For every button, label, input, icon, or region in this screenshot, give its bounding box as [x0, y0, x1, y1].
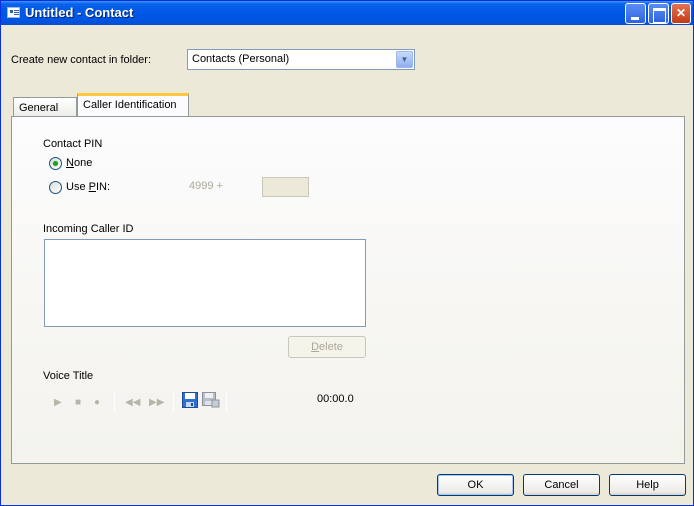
caller-identification-panel: Contact PIN None Use PIN: 4999 + Incomin… [11, 116, 685, 464]
title-bar[interactable]: Untitled - Contact ✕ [1, 1, 693, 25]
folder-label: Create new contact in folder: [11, 54, 152, 66]
use-pin-label-pre: Use [66, 181, 89, 193]
contact-pin-heading: Contact PIN [43, 138, 103, 150]
save-icon[interactable] [182, 392, 198, 408]
close-button[interactable]: ✕ [671, 3, 691, 24]
dropdown-arrow-icon[interactable]: ▼ [396, 51, 413, 68]
contact-window: Untitled - Contact ✕ Create new contact … [0, 0, 694, 506]
delete-accelerator: D [311, 341, 320, 353]
record-icon[interactable]: ● [94, 397, 100, 408]
fast-forward-icon[interactable]: ▶▶ [149, 397, 164, 408]
toolbar-separator [173, 390, 174, 412]
use-pin-accelerator: P [88, 181, 96, 193]
toolbar-separator [114, 390, 115, 412]
incoming-caller-id-heading: Incoming Caller ID [43, 223, 134, 235]
help-button-label: Help [636, 479, 659, 491]
pin-input[interactable] [262, 177, 309, 197]
contact-window-icon [7, 7, 20, 18]
voice-title-heading: Voice Title [43, 370, 94, 382]
toolbar-separator [226, 390, 227, 412]
folder-select-value: Contacts (Personal) [192, 53, 290, 65]
window-title: Untitled - Contact [25, 5, 134, 20]
cancel-button-label: Cancel [544, 479, 579, 491]
tab-caller-identification[interactable]: Caller Identification [77, 93, 189, 118]
use-pin-label[interactable]: Use PIN: [66, 181, 110, 193]
tab-caller-identification-label: Caller Identification [83, 99, 177, 111]
use-pin-radio[interactable] [49, 181, 62, 194]
delete-label-rest: elete [319, 341, 343, 353]
use-pin-label-rest: IN: [95, 181, 111, 193]
maximize-button[interactable] [648, 3, 669, 24]
cancel-button[interactable]: Cancel [523, 474, 600, 496]
tab-general[interactable]: General [13, 97, 77, 117]
play-icon[interactable]: ▶ [54, 397, 62, 408]
save-all-icon[interactable] [202, 392, 220, 408]
pin-none-label-rest: one [73, 157, 93, 169]
pin-none-accelerator: N [66, 157, 74, 169]
rewind-icon[interactable]: ◀◀ [125, 397, 140, 408]
minimize-button[interactable] [625, 3, 646, 24]
ok-button[interactable]: OK [437, 474, 514, 496]
delete-button[interactable]: Delete [288, 336, 366, 358]
ok-button-label: OK [467, 479, 484, 491]
voice-time: 00:00.0 [317, 393, 354, 405]
pin-prefix: 4999 + [189, 180, 223, 192]
caller-id-list[interactable] [44, 239, 366, 327]
stop-icon[interactable]: ■ [75, 397, 81, 408]
folder-select[interactable]: Contacts (Personal) ▼ [187, 49, 415, 70]
tab-general-label: General [19, 102, 59, 114]
help-button[interactable]: Help [609, 474, 686, 496]
pin-none-radio[interactable] [49, 157, 62, 170]
close-icon: ✕ [675, 6, 687, 20]
pin-none-label[interactable]: None [66, 157, 92, 169]
